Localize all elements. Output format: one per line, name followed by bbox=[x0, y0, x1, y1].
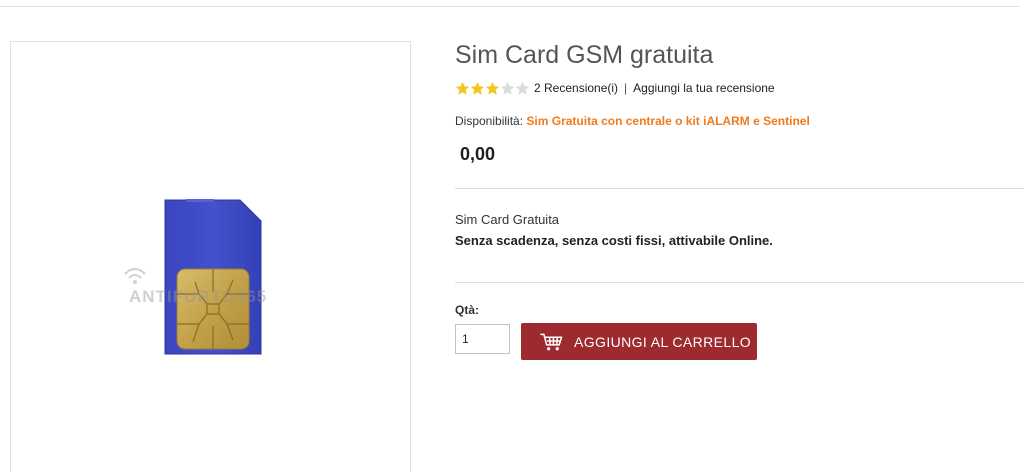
image-watermark: ANTIFURTO365 bbox=[129, 287, 268, 306]
divider bbox=[455, 282, 1024, 283]
add-review-link[interactable]: Aggiungi la tua recensione bbox=[633, 81, 774, 95]
star-filled-icon bbox=[485, 81, 500, 95]
divider bbox=[455, 188, 1024, 189]
cart-icon bbox=[540, 333, 563, 350]
availability-value: Sim Gratuita con centrale o kit iALARM e… bbox=[526, 114, 810, 128]
add-to-cart-label: AGGIUNGI AL CARRELLO bbox=[574, 333, 752, 350]
star-empty-icon bbox=[500, 81, 515, 95]
sim-card-image bbox=[124, 199, 262, 355]
product-page: ANTIFURTO365 Sim Card GSM gratuita 2 Rec… bbox=[0, 0, 1024, 472]
top-divider bbox=[0, 6, 1020, 7]
product-image-panel[interactable]: ANTIFURTO365 bbox=[10, 41, 411, 472]
reviews-count-link[interactable]: 2 Recensione(i) bbox=[534, 81, 618, 95]
availability: Disponibilità: Sim Gratuita con centrale… bbox=[455, 114, 810, 128]
star-filled-icon bbox=[455, 81, 470, 95]
star-filled-icon bbox=[470, 81, 485, 95]
availability-label: Disponibilità: bbox=[455, 114, 524, 128]
description-highlight: Senza scadenza, senza costi fissi, attiv… bbox=[455, 233, 773, 248]
product-price: 0,00 bbox=[460, 144, 496, 164]
rating-summary: 2 Recensione(i) | Aggiungi la tua recens… bbox=[455, 79, 775, 97]
product-title: Sim Card GSM gratuita bbox=[455, 41, 714, 69]
star-empty-icon bbox=[515, 81, 530, 95]
quantity-label: Qtà: bbox=[455, 303, 479, 317]
rating-separator: | bbox=[624, 81, 628, 95]
add-to-cart-button[interactable]: AGGIUNGI AL CARRELLO bbox=[521, 323, 757, 360]
short-description: Sim Card Gratuita bbox=[455, 212, 560, 227]
star-rating bbox=[455, 81, 530, 96]
quantity-input[interactable] bbox=[455, 324, 510, 354]
